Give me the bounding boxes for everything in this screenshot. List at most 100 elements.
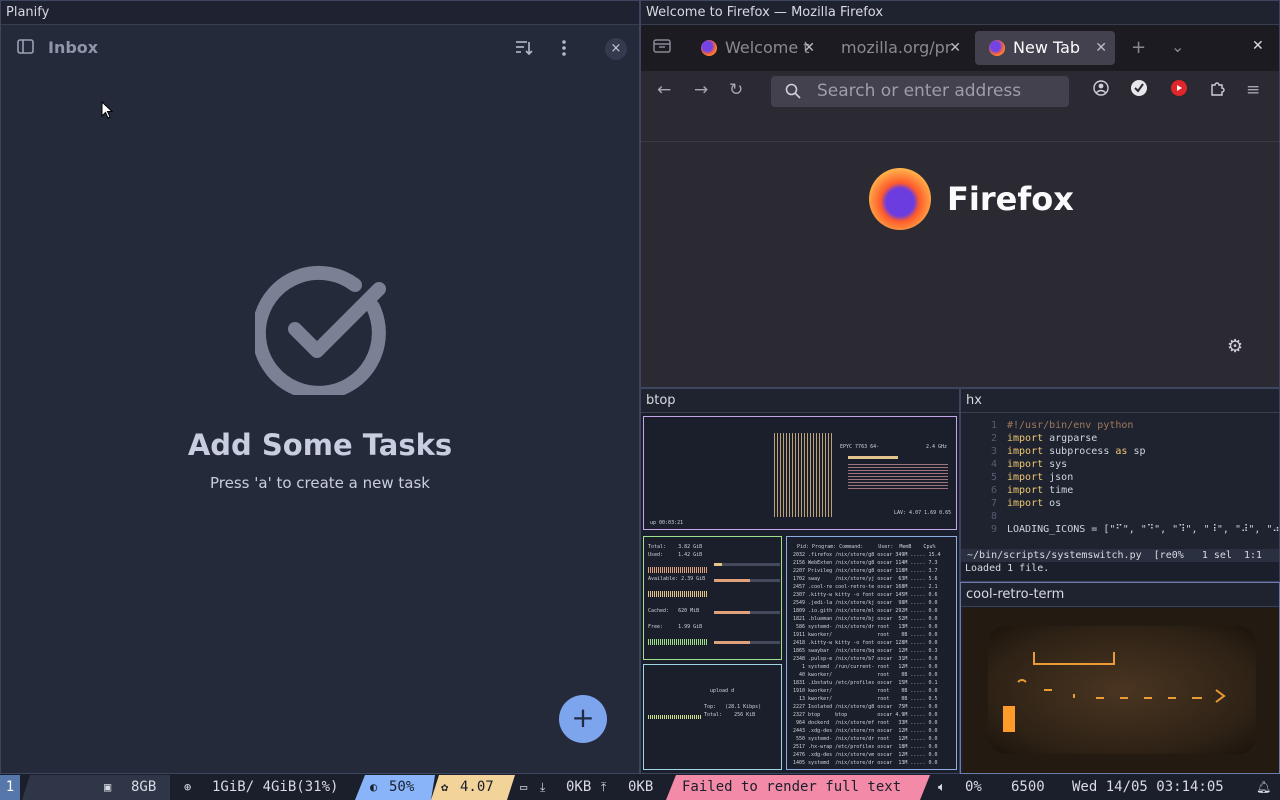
sort-icon[interactable]: [515, 39, 533, 57]
extension-check-icon[interactable]: [1131, 80, 1147, 101]
clock: Wed 14/05 03:14:05: [1072, 779, 1224, 795]
add-task-button[interactable]: +: [559, 695, 607, 743]
youtube-icon[interactable]: [1171, 80, 1187, 101]
process-row[interactable]: 2443 .xdg-des /nix/store/rn oscar 12M ..…: [793, 727, 938, 735]
list-tabs-icon[interactable]: ⌄: [1171, 37, 1184, 56]
volume-icon[interactable]: 🔈︎: [938, 775, 946, 800]
process-row[interactable]: 2517 .hx-wrap /etc/profiles oscar 18M ..…: [793, 743, 938, 751]
process-row[interactable]: 2227 Isolated /nix/store/g8 oscar 75M ..…: [793, 703, 938, 711]
net-download: 0KB: [566, 779, 592, 795]
process-row[interactable]: 2418 .kitty-w kitty -o font oscar 128M .…: [793, 639, 938, 647]
reload-icon[interactable]: ↻: [729, 80, 743, 100]
process-row[interactable]: 1405 systemd /nix/store/dr oscar 13M ...…: [793, 759, 938, 767]
firefox-logo-icon: [869, 168, 931, 230]
extensions-icon[interactable]: [1209, 80, 1225, 101]
status-bar: 1 ▣ 8GB ⊕ 1GiB/ 4GiB(31%) ◐ 50% ✿ 4.07 ▭…: [0, 775, 1280, 800]
tab-mozilla[interactable]: mozilla.org/pr ✕: [827, 31, 969, 65]
process-row[interactable]: 2307 .kitty-w kitty -o font oscar 145M .…: [793, 591, 938, 599]
mem-total: Total: 3.82 GiB: [648, 544, 703, 550]
account-icon[interactable]: [1093, 80, 1109, 101]
close-button[interactable]: ×: [605, 38, 627, 60]
editor-buffer[interactable]: 1 #!/usr/bin/env python 2 import argparse …: [961, 413, 1279, 549]
process-row[interactable]: 2327 btop btop oscar 4.9M ..... 0.0: [793, 711, 938, 719]
code-line: subprocess: [1043, 446, 1116, 457]
firefox-titlebar: Welcome to Firefox — Mozilla Firefox: [641, 1, 1279, 25]
process-row[interactable]: 2476 .xdg-des /nix/store/vm oscar 12M ..…: [793, 751, 938, 759]
line-number: 2: [990, 433, 997, 444]
process-row[interactable]: 550 systemd- /nix/store/dr root 12M ....…: [793, 735, 938, 743]
net-top: Top: (28.1 Kibps): [704, 704, 762, 710]
workspace-1-button[interactable]: 1: [0, 775, 20, 800]
process-row[interactable]: 964 dockerd /nix/store/mf root 33M .....…: [793, 719, 938, 727]
code-line: LOADING_ICONS = ["⠋", "⠙", "⠹", "⠸", "⠼"…: [1007, 524, 1280, 535]
tab-welcome[interactable]: Welcome t ✕: [687, 31, 823, 65]
process-row[interactable]: 1865 swaybar /nix/store/bq oscar 12M ...…: [793, 647, 938, 655]
window-title: hx: [966, 393, 982, 408]
loading-animation-icon: [1003, 652, 1226, 732]
firefox-window: Welcome to Firefox — Mozilla Firefox Wel…: [640, 0, 1280, 388]
tab-close-icon[interactable]: ✕: [1095, 31, 1107, 65]
tab-new-tab[interactable]: New Tab ✕: [975, 31, 1115, 65]
net-graph: [648, 715, 702, 719]
proc-header: Pid: Program: Command: User: MemB Cpu%: [797, 544, 936, 550]
disk-icon: ▭: [520, 780, 528, 794]
crt-titlebar: cool-retro-term: [961, 583, 1279, 607]
process-row[interactable]: 2032 .firefox /nix/store/g8 oscar 349M .…: [793, 551, 941, 559]
code-line: #!/usr/bin/env python: [1007, 420, 1134, 431]
process-row[interactable]: 1821 .blueman /nix/store/bj oscar 52M ..…: [793, 615, 938, 623]
firefox-wordmark: Firefox: [947, 180, 1074, 218]
more-menu-icon[interactable]: [555, 39, 573, 57]
process-row[interactable]: 2348 .pulsp-e /nix/store/b7 oscar 31M ..…: [793, 655, 938, 663]
process-row[interactable]: 2457 .cool-re cool-retro-te oscar 168M .…: [793, 583, 938, 591]
page-title: Inbox: [48, 38, 99, 57]
brightness-value: 50%: [389, 779, 415, 795]
cpu-bar: [848, 456, 898, 459]
download-icon: ⤓: [540, 780, 546, 794]
tab-close-icon[interactable]: ✕: [949, 31, 961, 65]
process-row[interactable]: 1809 .io.gith /nix/store/ml oscar 292M .…: [793, 607, 938, 615]
tab-label: mozilla.org/pr: [841, 38, 952, 57]
tab-close-icon[interactable]: ✕: [803, 31, 815, 65]
process-row[interactable]: 1 systemd /run/current- root 12M ..... 0…: [793, 663, 937, 671]
process-row[interactable]: 13 kworker/ root 0B ..... 0.5: [793, 695, 937, 703]
cpu-load-icon: ✿: [441, 780, 449, 794]
net-upload: 0KB: [628, 779, 654, 795]
process-row[interactable]: 1702 sway /nix/store/yj oscar 63M ..... …: [793, 575, 938, 583]
forward-icon[interactable]: →: [694, 80, 708, 100]
keyword: import: [1007, 485, 1044, 496]
sidebar-toggle-icon[interactable]: [17, 39, 35, 55]
btop-window: btop EPYC 7763 64- 2.4 GHz LAV: 4.07 1.6…: [640, 388, 960, 774]
gear-icon[interactable]: ⚙: [1227, 336, 1243, 357]
line-number: 4: [990, 459, 997, 470]
process-row[interactable]: 2207 Privileg /nix/store/g8 oscar 118M .…: [793, 567, 938, 575]
btop-net-panel: upload d Top: (28.1 Kibps) Total: 256 Ki…: [643, 664, 782, 770]
process-row[interactable]: 1831 .ibstatu /etc/profiles oscar 15M ..…: [793, 679, 938, 687]
process-row[interactable]: 40 kworker/ root 0B ..... 0.0: [793, 671, 937, 679]
process-row[interactable]: 2549 .jedi-la /nix/store/kj oscar 98M ..…: [793, 599, 938, 607]
keyword: import: [1007, 446, 1044, 457]
new-tab-icon[interactable]: +: [1131, 37, 1146, 58]
close-window-icon[interactable]: ✕: [1252, 38, 1264, 54]
process-row[interactable]: 1911 kworker/ root 0B ..... 0.0: [793, 631, 938, 639]
uptime: up 00:03:21: [650, 520, 684, 526]
back-icon[interactable]: ←: [657, 80, 671, 100]
editor-message: Loaded 1 file.: [965, 563, 1050, 574]
crt-screen[interactable]: [963, 608, 1279, 773]
keyword: import: [1007, 459, 1044, 470]
notification-bell-icon[interactable]: 🔔︎: [1256, 775, 1271, 800]
address-bar[interactable]: Search or enter address: [771, 76, 1069, 107]
process-row[interactable]: 2156 WebExten /nix/store/g8 oscar 114M .…: [793, 559, 938, 567]
ram-size: 8GB: [131, 779, 157, 795]
hx-window: hx 1 #!/usr/bin/env python 2 import argpar…: [960, 388, 1280, 582]
firefox-view-icon[interactable]: [653, 38, 671, 58]
app-menu-icon[interactable]: ≡: [1246, 80, 1260, 100]
mem-used: Used: 1.42 GiB: [648, 552, 703, 558]
firefox-tab-icon: [701, 40, 717, 56]
code-line: os: [1043, 498, 1062, 509]
process-row[interactable]: 1910 kworker/ root 0B ..... 0.0: [793, 687, 938, 695]
process-row[interactable]: 586 systemd- /nix/store/dr root 13M ....…: [793, 623, 938, 631]
mem-available: Available: 2.39 GiB: [648, 576, 706, 582]
mouse-cursor-icon: [101, 100, 114, 119]
mem-used-graph: [648, 567, 708, 573]
planify-window: Planify Inbox × Add Some Tasks Press 'a'…: [0, 0, 640, 774]
